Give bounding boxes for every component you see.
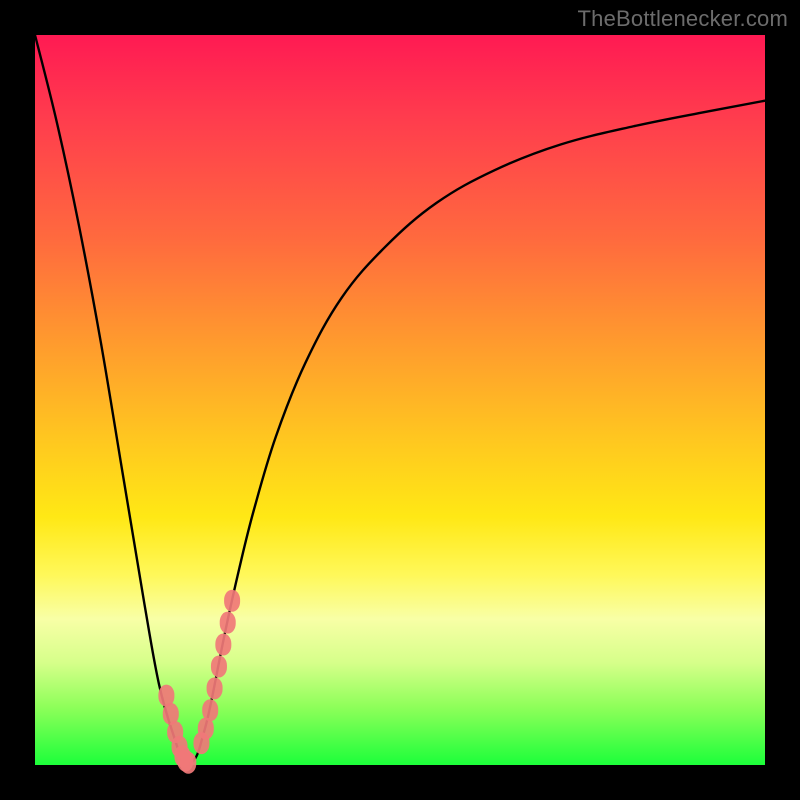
data-point <box>224 590 240 612</box>
data-point <box>193 732 209 754</box>
data-point <box>174 745 190 767</box>
watermark-text: TheBottlenecker.com <box>578 6 788 32</box>
data-point <box>215 634 231 656</box>
data-point <box>180 752 196 774</box>
data-point <box>207 677 223 699</box>
data-point-markers <box>158 590 240 774</box>
data-point <box>198 718 214 740</box>
data-point <box>220 612 236 634</box>
chart-frame: TheBottlenecker.com <box>0 0 800 800</box>
plot-area <box>35 35 765 765</box>
data-point <box>172 736 188 758</box>
data-point <box>167 721 183 743</box>
curve-svg <box>35 35 765 765</box>
data-point <box>211 655 227 677</box>
data-point <box>177 750 193 772</box>
data-point <box>158 685 174 707</box>
data-point <box>163 703 179 725</box>
data-point <box>202 699 218 721</box>
bottleneck-curve <box>35 35 765 764</box>
